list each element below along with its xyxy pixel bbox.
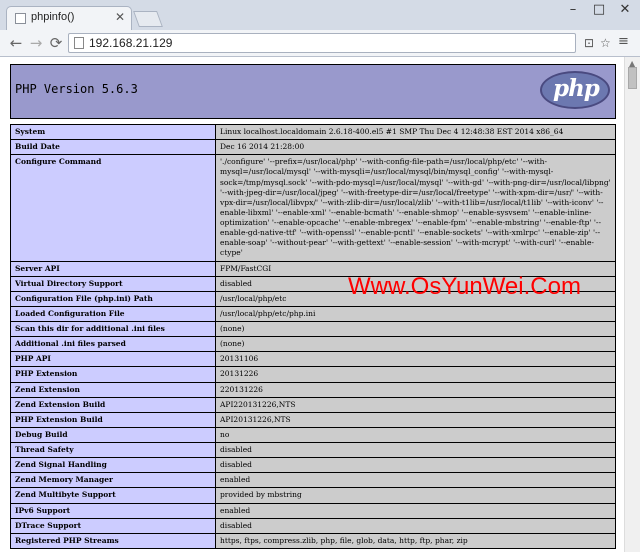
- tab-title: phpinfo(): [31, 11, 75, 23]
- row-value: Dec 16 2014 21:28:00: [215, 139, 616, 156]
- row-key: Configuration File (php.ini) Path: [10, 290, 216, 307]
- php-logo-text: php: [553, 75, 600, 102]
- address-bar[interactable]: 192.168.21.129: [68, 33, 576, 53]
- table-row: Build Date Dec 16 2014 21:28:00: [10, 139, 616, 156]
- table-row: Debug Build no: [10, 426, 616, 444]
- row-key: DTrace Support: [10, 517, 216, 534]
- table-row: Scan this dir for additional .ini files(…: [10, 320, 616, 338]
- table-row: Zend Multibyte Support provided by mbstri…: [10, 487, 616, 504]
- row-value: enabled: [215, 502, 616, 519]
- row-key: Zend Signal Handling: [10, 457, 216, 474]
- reload-button[interactable]: ⟳: [46, 33, 66, 53]
- row-key: Build Date: [10, 139, 216, 156]
- page-favicon-icon: [15, 13, 26, 24]
- row-value: 20131226: [215, 366, 616, 383]
- row-value: disabled: [215, 457, 616, 474]
- php-logo[interactable]: php: [540, 71, 610, 109]
- row-key: Registered PHP Streams: [10, 532, 216, 549]
- table-row: Loaded Configuration File/usr/local/php/…: [10, 305, 616, 323]
- page-viewport: PHP Version 5.6.3 php System Linux localh…: [0, 57, 624, 552]
- title-bar: phpinfo() ✕ – □ ✕: [0, 0, 640, 30]
- new-tab-button[interactable]: [133, 11, 163, 27]
- table-row: Configure Command './configure' '--prefix…: [10, 154, 616, 262]
- row-key: Zend Memory Manager: [10, 472, 216, 489]
- row-value: (none): [215, 320, 616, 338]
- phpinfo-table: System Linux localhost.localdomain 2.6.18…: [10, 123, 616, 549]
- row-key: IPv6 Support: [10, 502, 216, 519]
- row-key: Virtual Directory Support: [10, 275, 216, 292]
- row-key: Zend Extension Build: [10, 396, 216, 413]
- table-row: Registered PHP Streams https, ftps, compr…: [10, 532, 616, 549]
- table-row: PHP Extension 20131226: [10, 366, 616, 383]
- row-value: Linux localhost.localdomain 2.6.18-400.e…: [215, 123, 616, 141]
- php-version-header: PHP Version 5.6.3 php: [10, 64, 616, 119]
- row-value: 220131226: [215, 381, 616, 398]
- row-value: (none): [215, 336, 616, 353]
- row-value: enabled: [215, 472, 616, 489]
- row-key: PHP API: [10, 351, 216, 368]
- bookmark-star-icon[interactable]: ☆: [600, 36, 611, 50]
- tab-close-icon[interactable]: ✕: [115, 10, 125, 24]
- watermark-text: Www.OsYunWei.Com: [348, 273, 581, 300]
- table-row: Zend Extension Build API220131226,NTS: [10, 396, 616, 413]
- row-value: './configure' '--prefix=/usr/local/php' …: [215, 154, 616, 262]
- row-value: disabled: [215, 441, 616, 459]
- row-value: API20131226,NTS: [215, 411, 616, 428]
- row-key: Zend Multibyte Support: [10, 487, 216, 504]
- minimize-button[interactable]: –: [560, 0, 586, 20]
- menu-icon[interactable]: ≡: [618, 34, 629, 49]
- table-row: Zend Memory Manager enabled: [10, 472, 616, 489]
- forward-button[interactable]: →: [26, 33, 46, 53]
- maximize-button[interactable]: □: [586, 0, 612, 20]
- back-button[interactable]: ←: [6, 33, 26, 53]
- row-value: disabled: [215, 517, 616, 534]
- table-row: DTrace Support disabled: [10, 517, 616, 534]
- table-row: Additional .ini files parsed (none): [10, 336, 616, 353]
- scrollbar-thumb[interactable]: [628, 67, 637, 89]
- row-key: Additional .ini files parsed: [10, 336, 216, 353]
- row-key: Zend Extension: [10, 381, 216, 398]
- table-row: PHP Extension Build API20131226,NTS: [10, 411, 616, 428]
- row-value: 20131106: [215, 351, 616, 368]
- table-row: PHP API 20131106: [10, 351, 616, 368]
- browser-tab[interactable]: phpinfo() ✕: [6, 6, 132, 30]
- row-value: /usr/local/php/etc/php.ini: [215, 305, 616, 323]
- vertical-scrollbar[interactable]: ▲: [624, 57, 640, 552]
- row-key: PHP Extension: [10, 366, 216, 383]
- row-value: https, ftps, compress.zlib, php, file, g…: [215, 532, 616, 549]
- table-row: Thread Safety disabled: [10, 441, 616, 459]
- php-version-title: PHP Version 5.6.3: [15, 82, 138, 96]
- table-row: Zend Signal Handling disabled: [10, 457, 616, 474]
- browser-toolbar: ← → ⟳ 192.168.21.129 ⊡ ☆ ≡: [0, 30, 640, 57]
- row-key: Server API: [10, 260, 216, 277]
- row-key: Loaded Configuration File: [10, 305, 216, 323]
- row-value: provided by mbstring: [215, 487, 616, 504]
- row-value: no: [215, 426, 616, 444]
- row-key: Debug Build: [10, 426, 216, 444]
- row-key: PHP Extension Build: [10, 411, 216, 428]
- row-value: API220131226,NTS: [215, 396, 616, 413]
- row-key: Thread Safety: [10, 441, 216, 459]
- url-text[interactable]: 192.168.21.129: [89, 36, 172, 50]
- translate-icon[interactable]: ⊡: [584, 36, 594, 50]
- close-window-button[interactable]: ✕: [612, 0, 638, 20]
- row-key: Scan this dir for additional .ini files: [10, 320, 216, 338]
- table-row: IPv6 Support enabled: [10, 502, 616, 519]
- table-row: System Linux localhost.localdomain 2.6.18…: [10, 123, 616, 141]
- page-icon: [74, 37, 84, 49]
- row-key: System: [10, 123, 216, 141]
- table-row: Zend Extension 220131226: [10, 381, 616, 398]
- row-key: Configure Command: [10, 154, 216, 262]
